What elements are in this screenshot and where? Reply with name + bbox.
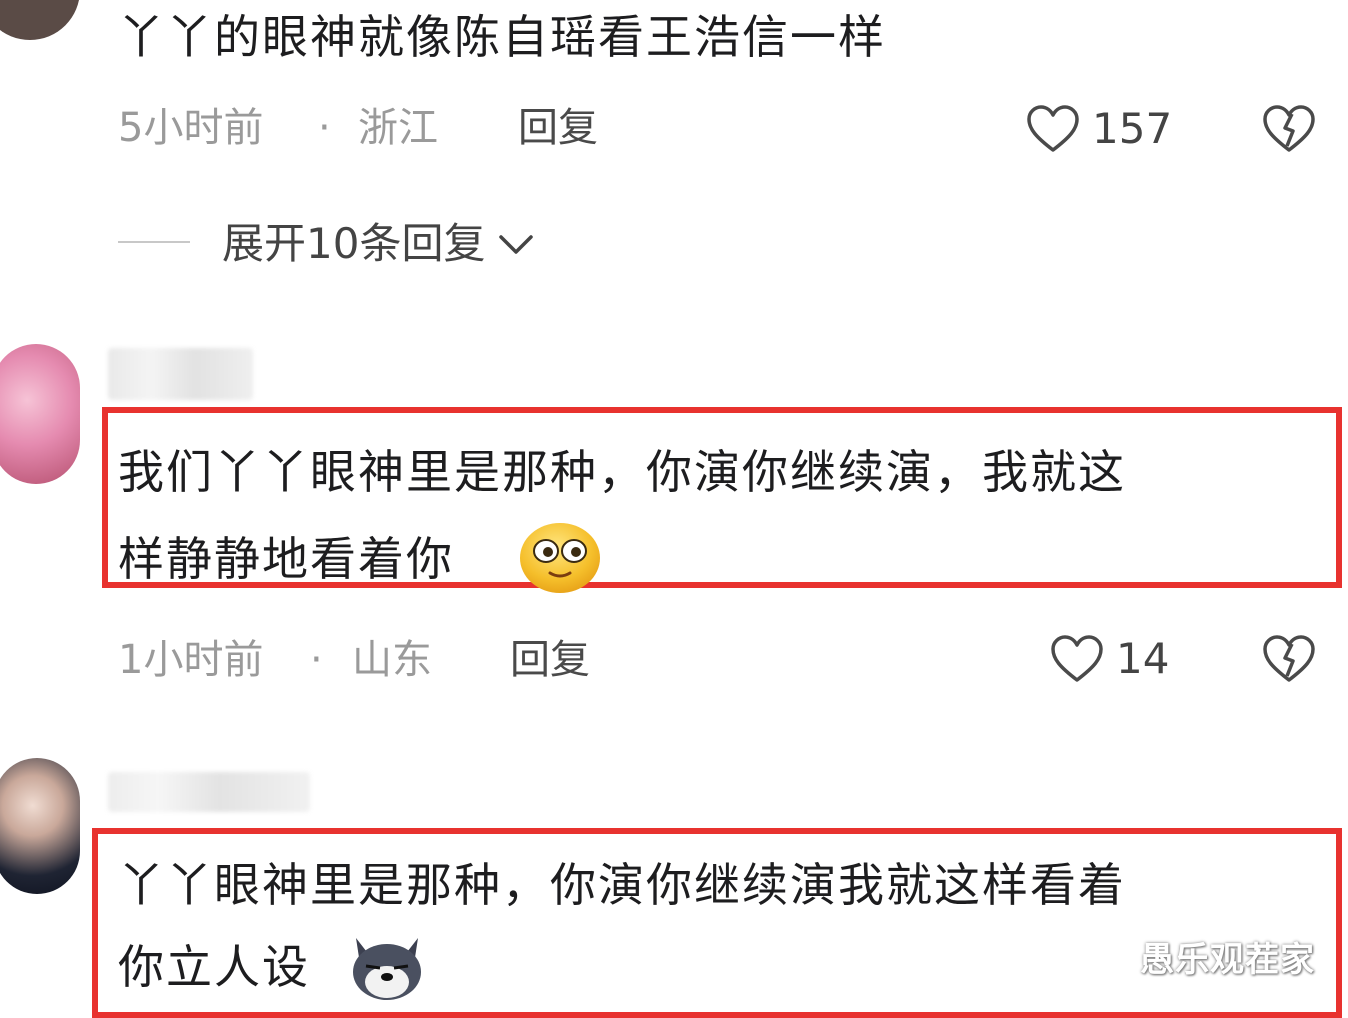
heart-icon [1027, 105, 1079, 152]
watermark: 愚乐观茬家 [1140, 940, 1315, 980]
chevron-down-icon [499, 235, 534, 254]
comment-1-time: 5小时前 [118, 105, 264, 151]
face-emoji-icon [518, 521, 602, 595]
comment-1-dislike-button[interactable] [1262, 104, 1316, 154]
comment-2-like-count: 14 [1116, 634, 1170, 683]
comment-2-line-1: 我们丫丫眼神里是那种，你演你继续演，我就这 [118, 445, 1126, 499]
commenter-3-username[interactable] [108, 772, 310, 812]
comment-2-location: 山东 [352, 637, 432, 683]
comment-1-like-button[interactable] [1026, 104, 1080, 154]
comment-1-dot: · [318, 105, 331, 151]
comment-2-dot: · [310, 637, 323, 683]
avatar-commenter-1[interactable] [0, 0, 80, 40]
commenter-2-username[interactable] [108, 348, 253, 400]
expand-replies-button[interactable]: 展开10条回复 [222, 219, 537, 269]
comment-1-location: 浙江 [358, 105, 438, 151]
broken-heart-icon [1263, 105, 1315, 152]
comment-2-dislike-button[interactable] [1262, 634, 1316, 684]
comment-1-text: 丫丫的眼神就像陈自瑶看王浩信一样 [118, 10, 886, 64]
avatar-commenter-2[interactable] [0, 344, 80, 484]
dog-emoji-icon [344, 930, 430, 1000]
comment-2-time: 1小时前 [118, 637, 264, 683]
comment-3-line-2: 你立人设 [118, 940, 310, 994]
expand-replies-label: 展开10条回复 [222, 219, 486, 268]
broken-heart-icon [1263, 635, 1315, 682]
expand-divider [118, 241, 190, 243]
comment-3-line-1: 丫丫眼神里是那种，你演你继续演我就这样看着 [118, 858, 1126, 912]
comment-2-reply-button[interactable]: 回复 [510, 640, 590, 680]
avatar-commenter-3[interactable] [0, 758, 80, 894]
comment-2-like-button[interactable] [1050, 634, 1104, 684]
heart-icon [1051, 635, 1103, 682]
comment-2-line-2: 样静静地看着你 [118, 532, 454, 586]
comment-1-reply-button[interactable]: 回复 [518, 108, 598, 148]
comment-1-like-count: 157 [1092, 104, 1173, 153]
